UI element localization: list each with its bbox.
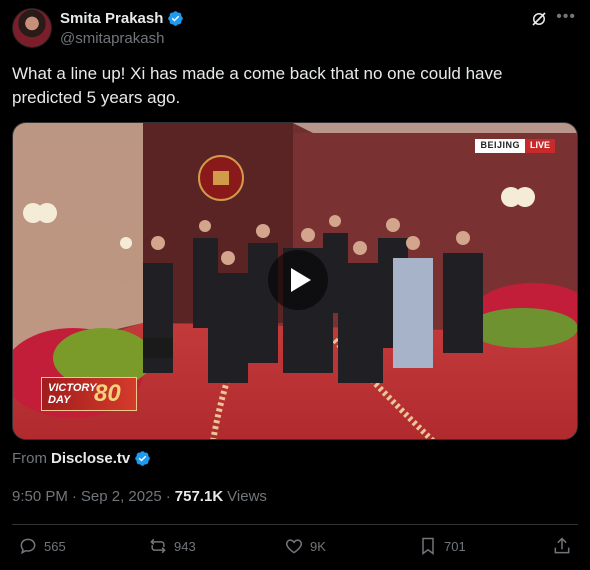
bookmark-count: 701 <box>444 538 466 554</box>
more-icon[interactable]: ••• <box>556 8 576 26</box>
tweet-meta: 9:50 PM · Sep 2, 2025 · 757.1K Views <box>12 488 267 505</box>
share-icon <box>554 537 570 554</box>
live-city-label: BEIJING <box>475 139 525 153</box>
bookmark-icon <box>422 537 434 555</box>
like-button[interactable]: 9K <box>284 536 326 556</box>
play-button[interactable] <box>268 250 328 310</box>
victory-day-label: VICTORY DAY <box>48 382 97 406</box>
tweet-time[interactable]: 9:50 PM <box>12 488 68 505</box>
meta-separator: · <box>165 488 171 505</box>
author-display-name[interactable]: Smita Prakash <box>60 10 163 27</box>
like-count: 9K <box>310 538 326 554</box>
meta-separator: · <box>71 488 77 505</box>
repost-button[interactable]: 943 <box>148 536 196 556</box>
source-prefix: From <box>12 450 47 467</box>
tweet-header: Smita Prakash @smitaprakash ••• <box>12 8 578 52</box>
video-player[interactable]: BEIJING LIVE VICTORY DAY 80 <box>12 122 578 440</box>
tweet-text: What a line up! Xi has made a come back … <box>12 64 503 107</box>
reply-count: 565 <box>44 538 66 554</box>
source-attribution: From Disclose.tv <box>12 450 151 467</box>
live-location-badge: BEIJING LIVE <box>475 139 555 153</box>
author-handle[interactable]: @smitaprakash <box>60 30 164 47</box>
tweet-date[interactable]: Sep 2, 2025 <box>81 488 162 505</box>
grok-icon[interactable] <box>530 10 548 28</box>
divider <box>12 524 578 525</box>
victory-day-number: 80 <box>94 380 121 407</box>
play-icon <box>291 268 311 292</box>
verified-badge-icon <box>168 11 184 26</box>
repost-count: 943 <box>174 538 196 554</box>
victory-day-overlay: VICTORY DAY 80 <box>41 377 137 411</box>
action-bar: 565 943 9K 701 <box>12 536 578 562</box>
live-label: LIVE <box>524 139 555 153</box>
reply-button[interactable]: 565 <box>18 536 66 556</box>
bookmark-button[interactable]: 701 <box>418 536 466 556</box>
views-count: 757.1K <box>174 488 224 505</box>
author-name-row[interactable]: Smita Prakash <box>60 10 184 27</box>
views-label: Views <box>227 488 267 505</box>
reply-icon <box>20 538 36 555</box>
repost-icon <box>150 538 166 554</box>
heart-icon <box>285 539 303 554</box>
share-button[interactable] <box>552 536 572 556</box>
verified-badge-icon <box>135 451 150 466</box>
source-link[interactable]: Disclose.tv <box>51 450 130 467</box>
avatar[interactable] <box>12 8 52 48</box>
